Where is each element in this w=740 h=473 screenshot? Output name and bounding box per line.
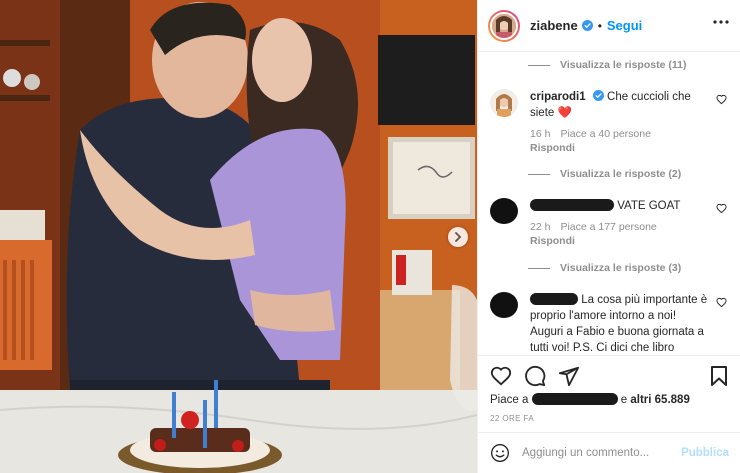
share-paper-plane-icon[interactable] (558, 365, 580, 387)
view-replies-label: Visualizza le risposte (3) (560, 262, 682, 274)
comment-body: La cosa più importante è proprio l'amore… (530, 292, 710, 355)
action-icons (490, 365, 580, 387)
comment-item: criparodi1 Che cuccioli che siete ❤️ 16 … (490, 89, 735, 159)
comment-item: La cosa più importante è proprio l'amore… (490, 292, 735, 355)
reply-button[interactable]: Rispondi (530, 141, 700, 155)
like-comment-heart-icon[interactable] (716, 203, 727, 214)
heart-emoji: ❤️ (557, 107, 572, 119)
next-photo-button[interactable] (448, 227, 468, 247)
add-comment-bar: Pubblica (478, 432, 740, 473)
post-panel: ziabene • Segui Visualizza le risposte (… (477, 0, 740, 473)
more-options-icon[interactable] (713, 20, 729, 24)
redacted-liker (531, 393, 618, 405)
save-button[interactable] (709, 365, 729, 387)
comment-likes[interactable]: Piace a 177 persone (560, 221, 656, 233)
comment-meta: 16 h Piace a 40 persone Rispondi (530, 127, 710, 155)
post-photo[interactable] (0, 0, 477, 473)
replies-line (528, 267, 550, 269)
view-replies-link[interactable]: Visualizza le risposte (3) (528, 262, 681, 274)
publish-button[interactable]: Pubblica (681, 447, 729, 459)
comment-text-line1: La cosa più importante (581, 294, 698, 306)
likes-summary[interactable]: Piace a e altri 65.889 (490, 393, 690, 406)
comment-meta: 22 h Piace a 177 persone Rispondi (530, 220, 710, 248)
author-username[interactable]: ziabene (530, 18, 578, 33)
comment-text: VATE GOAT (617, 200, 681, 212)
reply-button[interactable]: Rispondi (530, 234, 700, 248)
chevron-right-icon (455, 232, 462, 242)
like-comment-heart-icon[interactable] (716, 297, 727, 308)
comment-age: 22 h (530, 221, 551, 233)
emoji-icon[interactable] (490, 443, 510, 463)
comment-item: VATE GOAT 22 h Piace a 177 persone Rispon… (490, 198, 735, 258)
likes-prefix: Piace a (490, 394, 529, 406)
verified-badge-icon (581, 20, 593, 31)
replies-line (528, 173, 550, 175)
like-comment-heart-icon[interactable] (716, 94, 727, 105)
commenter-avatar[interactable] (490, 89, 518, 117)
comment-input[interactable] (522, 447, 682, 459)
post-header: ziabene • Segui (478, 0, 740, 52)
comment-age: 16 h (530, 128, 551, 140)
view-replies-link[interactable]: Visualizza le risposte (2) (528, 168, 681, 180)
view-replies-link[interactable]: Visualizza le risposte (11) (528, 59, 686, 71)
comments-list[interactable]: Visualizza le risposte (11) criparodi1 C… (478, 53, 740, 355)
view-replies-label: Visualizza le risposte (11) (560, 59, 687, 71)
author-avatar (490, 11, 518, 40)
separator-dot: • (597, 18, 602, 33)
commenter-avatar-redacted[interactable] (490, 198, 518, 224)
post-image (0, 0, 477, 473)
comment-likes[interactable]: Piace a 40 persone (560, 128, 650, 140)
like-heart-icon[interactable] (490, 365, 512, 387)
comment-bubble-icon[interactable] (524, 365, 546, 387)
redacted-username (530, 293, 578, 305)
likes-suffix: e (620, 394, 628, 406)
bookmark-icon (711, 366, 727, 386)
verified-badge-icon (592, 90, 604, 101)
view-replies-label: Visualizza le risposte (2) (560, 168, 682, 180)
likes-count[interactable]: altri 65.889 (630, 394, 689, 406)
follow-button[interactable]: Segui (607, 18, 642, 33)
comment-body: criparodi1 Che cuccioli che siete ❤️ 16 … (530, 89, 710, 155)
commenter-username[interactable]: criparodi1 (530, 91, 586, 103)
commenter-avatar-redacted[interactable] (490, 292, 518, 318)
author-avatar-ring[interactable] (488, 9, 520, 42)
replies-line (528, 64, 550, 66)
comment-body: VATE GOAT 22 h Piace a 177 persone Rispon… (530, 198, 710, 248)
post-timestamp[interactable]: 22 ORE FA (490, 414, 534, 423)
redacted-username (530, 199, 614, 211)
